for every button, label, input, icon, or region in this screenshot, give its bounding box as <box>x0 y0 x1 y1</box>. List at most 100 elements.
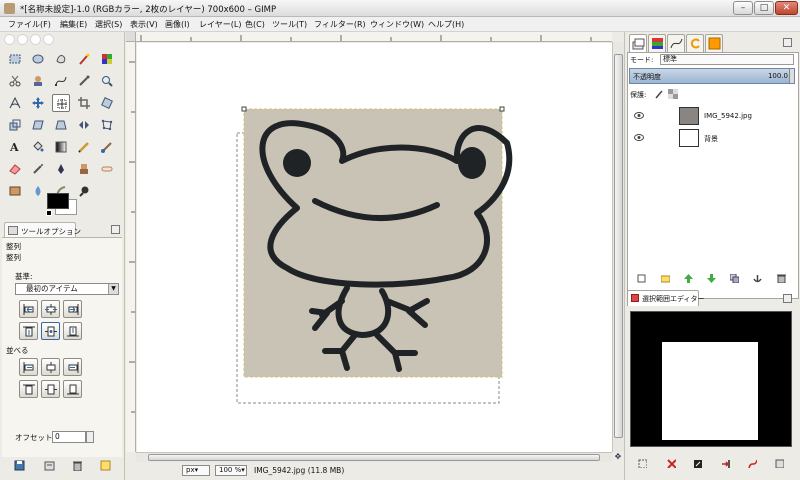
navigate-icon[interactable]: ✥ <box>612 452 624 462</box>
heal-tool[interactable] <box>98 160 116 178</box>
layer-row[interactable]: IMG_5942.jpg <box>629 105 797 127</box>
tab-layers[interactable] <box>629 34 647 52</box>
align-bottom-edge-button[interactable] <box>63 322 82 340</box>
ink-tool[interactable] <box>52 160 70 178</box>
tab-tool-options[interactable]: ツールオプション <box>4 222 81 237</box>
tab-paths[interactable] <box>667 34 685 52</box>
quick-mask-toggle[interactable] <box>126 32 136 42</box>
tab-colormap[interactable] <box>705 34 723 52</box>
align-middle-button[interactable] <box>41 322 60 340</box>
distribute-left-edges-button[interactable] <box>19 358 38 376</box>
duplicate-layer-icon[interactable] <box>730 274 739 283</box>
save-options-icon[interactable] <box>14 460 25 471</box>
selection-menu-icon[interactable] <box>783 294 792 303</box>
offset-spinner[interactable] <box>86 431 94 443</box>
lock-alpha-icon[interactable] <box>668 89 678 99</box>
mode-select[interactable]: 標準 <box>660 54 794 65</box>
tab-selection-editor[interactable]: 選択範囲エディター <box>627 290 705 306</box>
text-tool[interactable]: A <box>6 138 24 156</box>
menu-image[interactable]: 画像(I) <box>165 19 190 30</box>
relative-to-select[interactable]: 最初のアイテム ▼ <box>15 283 119 295</box>
distribute-centers-button[interactable] <box>41 358 60 376</box>
menu-select[interactable]: 選択(S) <box>95 19 122 30</box>
menu-windows[interactable]: ウィンドウ(W) <box>370 19 424 30</box>
save-to-channel-icon[interactable] <box>721 459 730 468</box>
unit-select[interactable]: px▾ <box>182 465 210 476</box>
vertical-ruler[interactable] <box>126 42 136 452</box>
cage-transform-tool[interactable] <box>98 116 116 134</box>
move-tool[interactable] <box>29 94 47 112</box>
flip-tool[interactable] <box>75 116 93 134</box>
align-center-button[interactable] <box>41 300 60 318</box>
horizontal-scrollbar[interactable] <box>136 452 612 462</box>
menu-help[interactable]: ヘルプ(H) <box>428 19 464 30</box>
eye-icon[interactable] <box>634 112 644 119</box>
menu-view[interactable]: 表示(V) <box>130 19 158 30</box>
reset-options-icon[interactable] <box>100 460 111 471</box>
selection-preview[interactable] <box>630 311 792 447</box>
restore-options-icon[interactable] <box>44 460 55 471</box>
select-none-icon[interactable] <box>667 459 676 468</box>
fuzzy-select-tool[interactable] <box>75 50 93 68</box>
measure-tool[interactable] <box>6 94 24 112</box>
menu-filters[interactable]: フィルター(R) <box>314 19 366 30</box>
align-top-edge-button[interactable] <box>19 322 38 340</box>
offset-input[interactable]: 0 <box>52 431 86 443</box>
vertical-scrollbar[interactable] <box>612 42 624 452</box>
paths-tool[interactable] <box>52 72 70 90</box>
menu-tools[interactable]: ツール(T) <box>272 19 307 30</box>
canvas-image[interactable] <box>137 43 612 452</box>
foreground-select-tool[interactable] <box>29 72 47 90</box>
to-path-icon[interactable] <box>748 459 757 468</box>
horizontal-scroll-thumb[interactable] <box>148 454 600 461</box>
distribute-middles-button[interactable] <box>41 380 60 398</box>
perspective-clone-tool[interactable] <box>6 182 24 200</box>
foreground-color-swatch[interactable] <box>47 193 69 209</box>
free-select-tool[interactable] <box>52 50 70 68</box>
paintbrush-tool[interactable] <box>98 138 116 156</box>
rotate-tool[interactable] <box>98 94 116 112</box>
rect-select-tool[interactable] <box>6 50 24 68</box>
opacity-spinner[interactable] <box>789 69 794 83</box>
new-layer-icon[interactable] <box>637 274 646 283</box>
canvas-viewport[interactable] <box>137 43 612 452</box>
align-right-edge-button[interactable] <box>63 300 82 318</box>
lower-layer-icon[interactable] <box>707 274 716 283</box>
select-by-color-tool[interactable] <box>98 50 116 68</box>
tab-menu-icon[interactable] <box>111 225 120 234</box>
maximize-button[interactable]: □ <box>754 1 774 15</box>
close-button[interactable]: ✕ <box>775 1 798 15</box>
zoom-tool[interactable] <box>98 72 116 90</box>
menu-layer[interactable]: レイヤー(L) <box>199 19 241 30</box>
minimize-button[interactable]: – <box>733 1 753 15</box>
color-picker-tool[interactable] <box>75 72 93 90</box>
scissors-select-tool[interactable] <box>6 72 24 90</box>
zoom-select[interactable]: 100 %▾ <box>215 465 247 476</box>
distribute-top-edges-button[interactable] <box>19 380 38 398</box>
stroke-selection-icon[interactable] <box>775 459 784 468</box>
horizontal-ruler[interactable] <box>136 32 612 42</box>
blend-tool[interactable] <box>52 138 70 156</box>
anchor-layer-icon[interactable] <box>753 274 762 283</box>
pencil-tool[interactable] <box>75 138 93 156</box>
distribute-bottom-edges-button[interactable] <box>63 380 82 398</box>
airbrush-tool[interactable] <box>29 160 47 178</box>
perspective-tool[interactable] <box>52 116 70 134</box>
ellipse-select-tool[interactable] <box>29 50 47 68</box>
eraser-tool[interactable] <box>6 160 24 178</box>
tab-channels[interactable] <box>648 34 666 52</box>
bucket-fill-tool[interactable] <box>29 138 47 156</box>
crop-tool[interactable] <box>75 94 93 112</box>
dock-menu-icon[interactable] <box>783 38 792 47</box>
eye-icon[interactable] <box>634 134 644 141</box>
align-left-edge-button[interactable] <box>19 300 38 318</box>
menu-file[interactable]: ファイル(F) <box>8 19 51 30</box>
select-all-icon[interactable] <box>638 459 647 468</box>
layer-row[interactable]: 背景 <box>629 127 797 149</box>
new-layer-group-icon[interactable] <box>661 274 670 283</box>
delete-layer-icon[interactable] <box>777 274 786 283</box>
delete-options-icon[interactable] <box>72 460 83 471</box>
clone-tool[interactable] <box>75 160 93 178</box>
reset-colors-icon[interactable] <box>46 210 52 216</box>
align-tool[interactable] <box>52 94 70 112</box>
